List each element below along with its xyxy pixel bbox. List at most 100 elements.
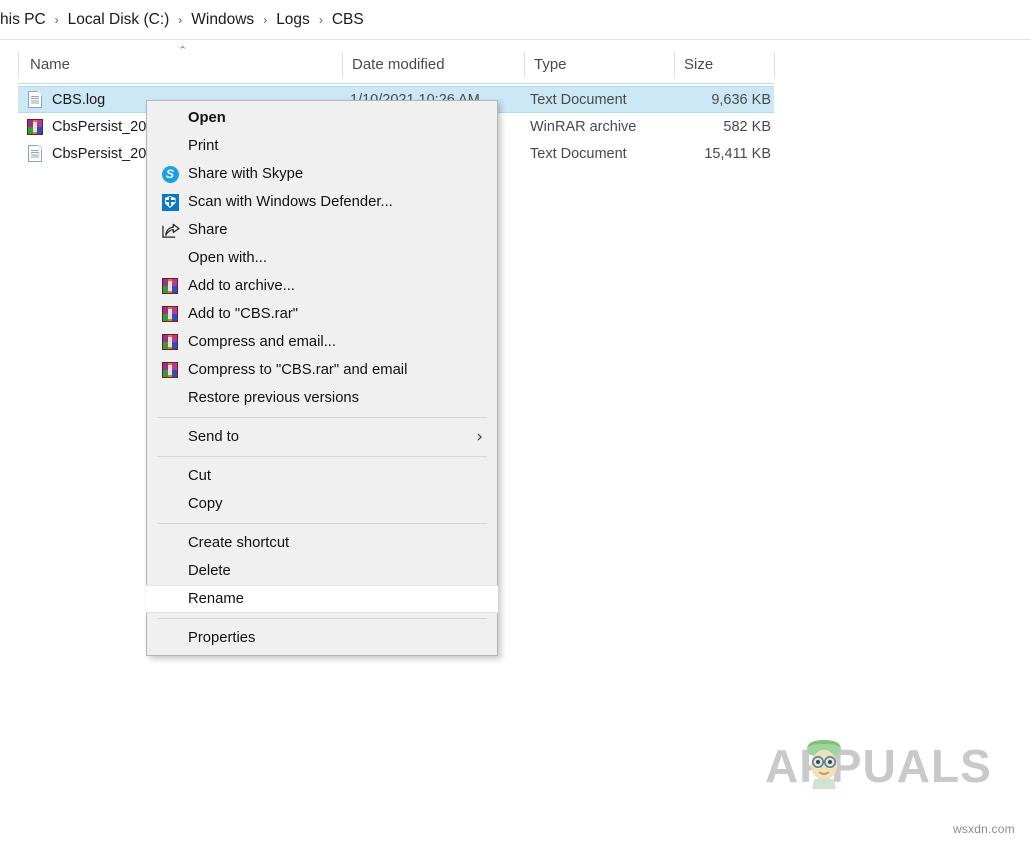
file-icon-wrap [24, 91, 46, 108]
uac-shield-icon [163, 563, 178, 580]
text-document-icon [28, 145, 42, 162]
breadcrumb-divider [0, 39, 1031, 40]
column-divider [342, 52, 343, 78]
menu-item-restore-previous-versions[interactable]: Restore previous versions [147, 384, 497, 412]
menu-separator [157, 618, 487, 619]
appuals-mascot-icon [807, 740, 841, 789]
menu-item-open-with[interactable]: Open with... [147, 244, 497, 272]
menu-item-add-to-cbs-rar[interactable]: Add to "CBS.rar" [147, 300, 497, 328]
menu-item-label: Properties [188, 630, 256, 646]
file-icon-wrap [24, 118, 46, 135]
winrar-icon [162, 334, 178, 350]
menu-item-label: Open with... [188, 250, 267, 266]
breadcrumb-separator-icon: › [263, 13, 268, 27]
menu-item-label: Restore previous versions [188, 390, 360, 406]
menu-item-delete[interactable]: Delete [147, 557, 497, 585]
menu-item-label: Add to "CBS.rar" [188, 306, 299, 322]
menu-item-compress-to-cbs-rar-and-email[interactable]: Compress to "CBS.rar" and email [147, 356, 497, 384]
file-type: WinRAR archive [530, 118, 637, 135]
file-size: 9,636 KB [711, 91, 771, 108]
share-icon [161, 223, 180, 238]
menu-item-label: Scan with Windows Defender... [188, 194, 393, 210]
breadcrumb-separator-icon: › [178, 13, 183, 27]
menu-item-compress-and-email[interactable]: Compress and email... [147, 328, 497, 356]
menu-item-label: Compress and email... [188, 334, 337, 350]
file-size: 15,411 KB [704, 145, 771, 162]
wsxdn-watermark-text: wsxdn.com [953, 822, 1015, 836]
column-header-row: Name Date modified Type Size [0, 44, 1031, 84]
menu-item-icon-slot [157, 306, 183, 322]
header-bottom-divider [18, 83, 774, 84]
menu-item-label: Rename [188, 591, 244, 607]
menu-item-icon-slot [157, 591, 183, 608]
skype-icon: S [161, 165, 179, 183]
breadcrumb-item-3[interactable]: Logs [272, 9, 314, 31]
breadcrumb-item-0[interactable]: his PC [0, 9, 50, 31]
menu-item-label: Delete [188, 563, 231, 579]
menu-item-label: Add to archive... [188, 278, 295, 294]
menu-item-label: Create shortcut [188, 535, 290, 551]
column-header-date-modified[interactable]: Date modified [352, 44, 522, 84]
menu-item-icon-slot [157, 278, 183, 294]
breadcrumb-separator-icon: › [318, 13, 323, 27]
file-type: Text Document [530, 91, 627, 108]
windows-defender-icon [161, 193, 179, 211]
column-header-type-label: Type [534, 55, 567, 73]
menu-item-label: Open [188, 110, 226, 126]
column-divider [774, 52, 775, 78]
breadcrumb-separator-icon: › [54, 13, 59, 27]
context-menu: Open Print S Share with Skype Scan with Wind… [146, 100, 498, 656]
column-divider [674, 52, 675, 78]
menu-item-properties[interactable]: Properties [147, 624, 497, 652]
column-header-type[interactable]: Type [534, 44, 674, 84]
sort-ascending-icon: ⌃ [178, 45, 188, 57]
menu-item-label: Compress to "CBS.rar" and email [188, 362, 408, 378]
menu-item-label: Cut [188, 468, 212, 484]
menu-item-icon-slot [157, 362, 183, 378]
appuals-watermark: APPUALS [765, 735, 1010, 797]
menu-item-open[interactable]: Open [147, 104, 497, 132]
menu-separator [157, 417, 487, 418]
breadcrumb: his PC › Local Disk (C:) › Windows › Logs › CBS [0, 0, 1031, 40]
menu-item-share[interactable]: Share [147, 216, 497, 244]
menu-item-icon-slot [157, 193, 183, 211]
breadcrumb-item-4[interactable]: CBS [328, 9, 368, 31]
menu-item-icon-slot: S [157, 165, 183, 183]
column-header-size[interactable]: Size [684, 44, 774, 84]
menu-item-rename[interactable]: Rename [146, 585, 498, 613]
file-type: Text Document [530, 145, 627, 162]
uac-shield-icon [163, 591, 178, 608]
column-header-name-label: Name [30, 55, 71, 73]
menu-item-cut[interactable]: Cut [147, 462, 497, 490]
menu-item-icon-slot [157, 334, 183, 350]
file-size: 582 KB [723, 118, 771, 135]
column-divider [524, 52, 525, 78]
menu-item-print[interactable]: Print [147, 132, 497, 160]
menu-item-send-to[interactable]: Send to › [147, 423, 497, 451]
winrar-icon [162, 362, 178, 378]
column-header-date-modified-label: Date modified [352, 55, 445, 73]
menu-item-add-to-archive[interactable]: Add to archive... [147, 272, 497, 300]
menu-item-create-shortcut[interactable]: Create shortcut [147, 529, 497, 557]
breadcrumb-item-1[interactable]: Local Disk (C:) [64, 9, 174, 31]
menu-item-copy[interactable]: Copy [147, 490, 497, 518]
menu-item-icon-slot [157, 222, 183, 239]
menu-item-label: Copy [188, 496, 223, 512]
winrar-icon [162, 306, 178, 322]
menu-item-share-with-skype[interactable]: S Share with Skype [147, 160, 497, 188]
column-header-size-label: Size [684, 55, 714, 73]
winrar-archive-icon [27, 118, 43, 135]
menu-item-icon-slot [157, 563, 183, 580]
winrar-icon [162, 278, 178, 294]
chevron-right-icon: › [476, 426, 483, 447]
breadcrumb-item-2[interactable]: Windows [187, 9, 258, 31]
menu-separator [157, 523, 487, 524]
file-icon-wrap [24, 145, 46, 162]
menu-item-label: Share [188, 222, 228, 238]
text-document-icon [28, 91, 42, 108]
menu-item-label: Share with Skype [188, 166, 304, 182]
menu-item-scan-with-windows-defender[interactable]: Scan with Windows Defender... [147, 188, 497, 216]
column-divider [18, 52, 19, 78]
menu-item-label: Print [188, 138, 219, 154]
menu-separator [157, 456, 487, 457]
